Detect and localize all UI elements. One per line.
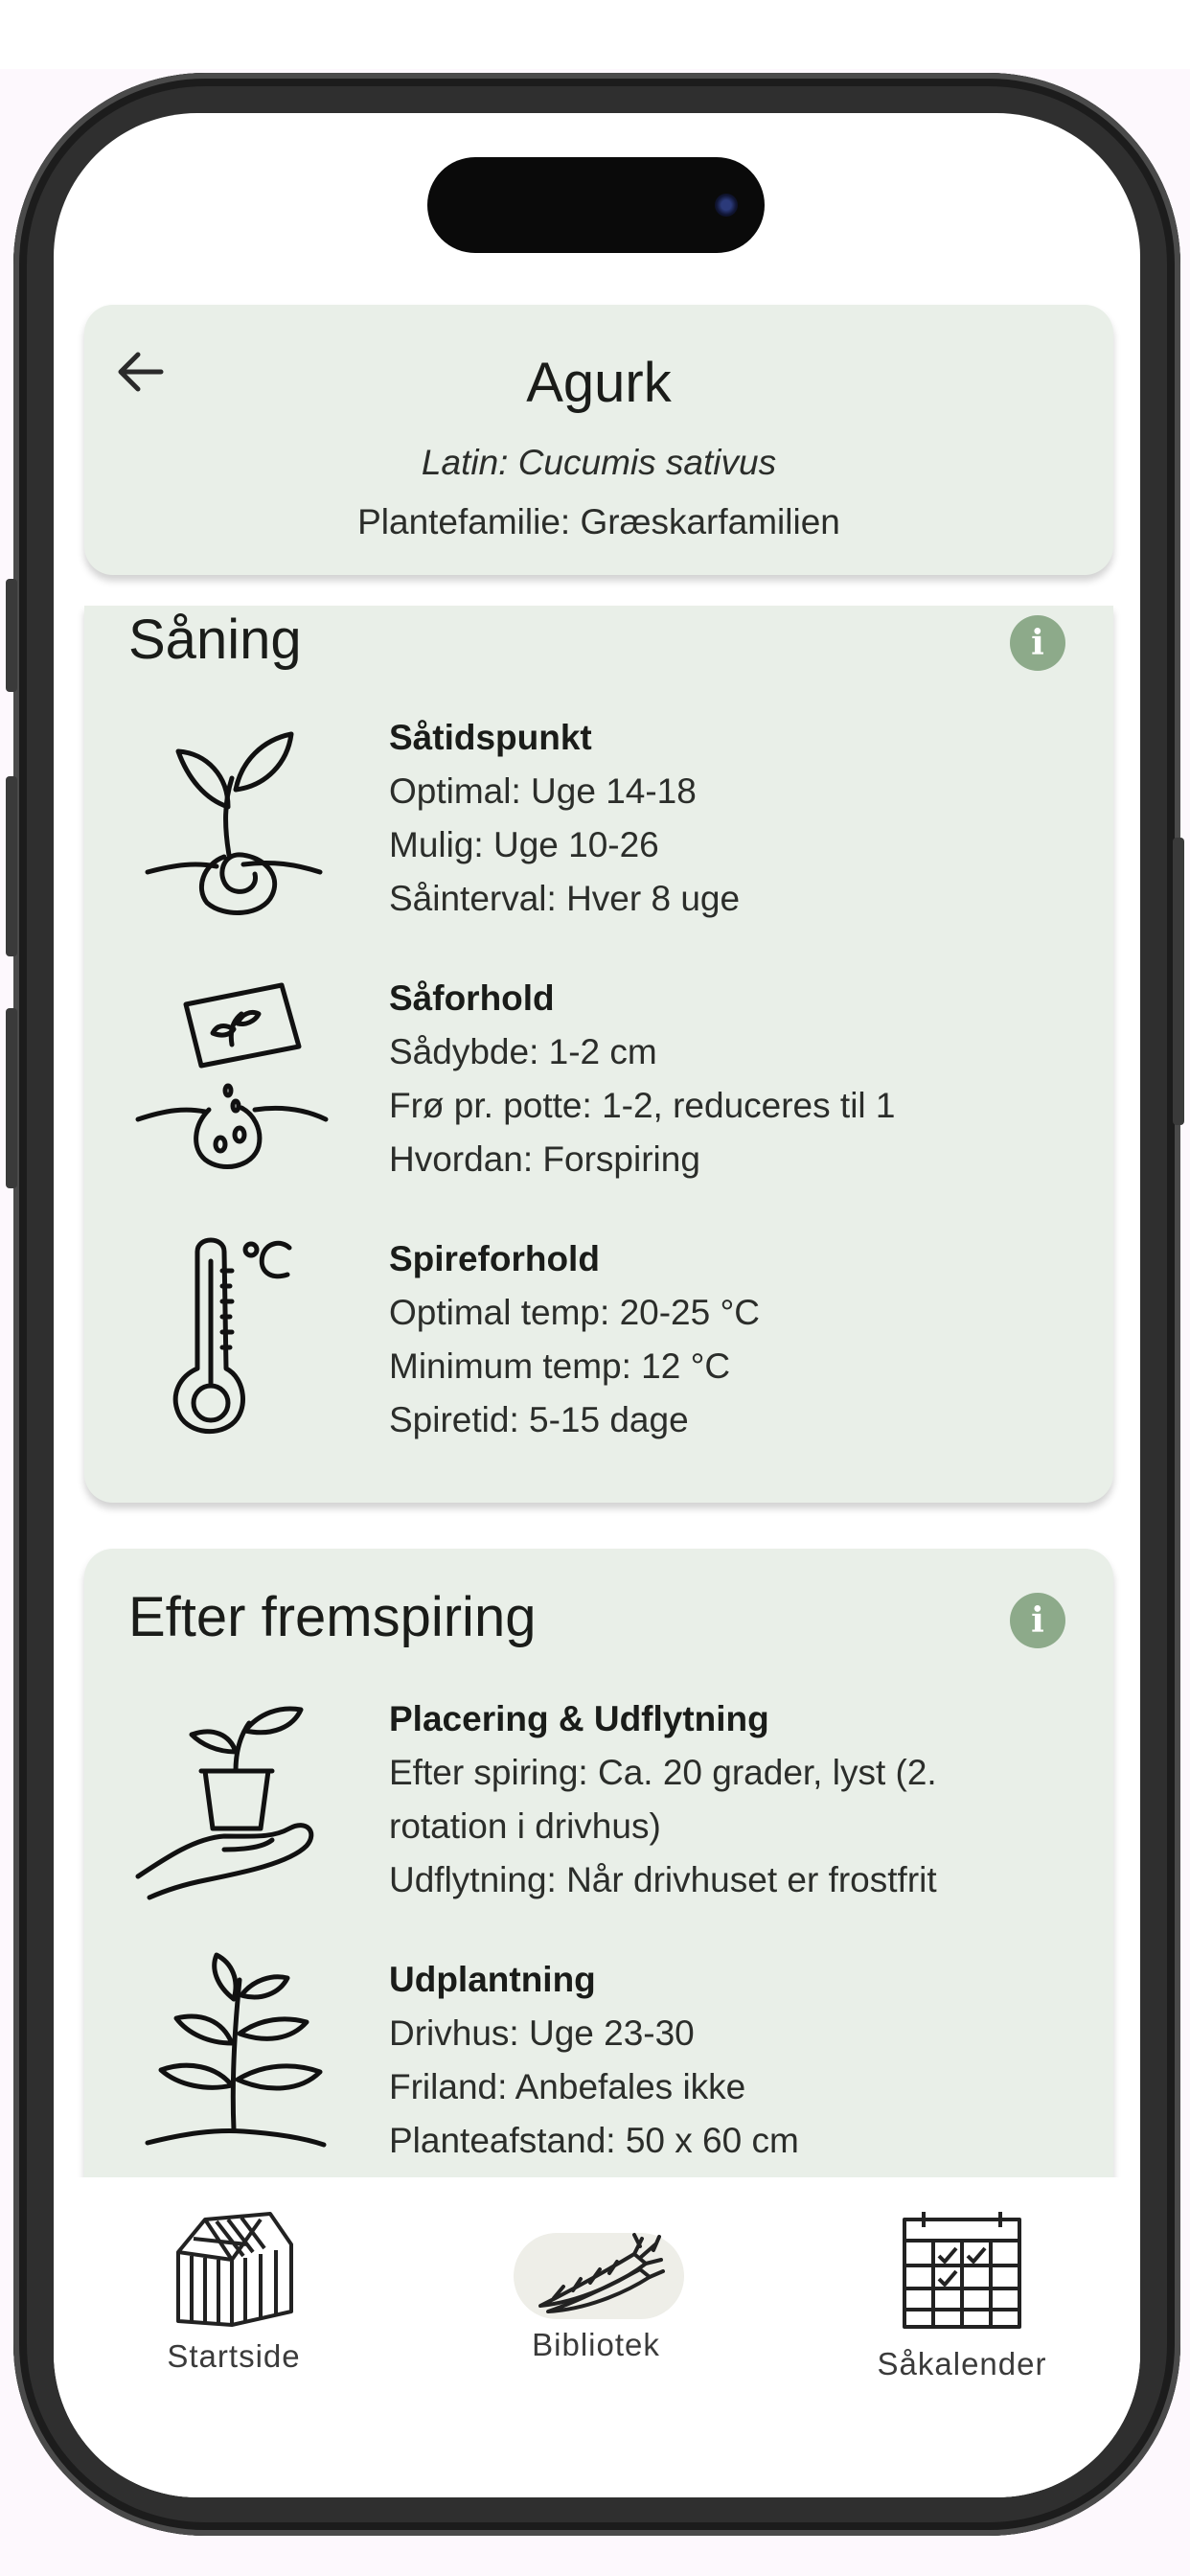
- nav-label: Bibliotek: [532, 2327, 660, 2362]
- item-line: Drivhus: Uge 23-30: [389, 2013, 695, 2053]
- item-line: Hvordan: Forspiring: [389, 1139, 700, 1179]
- page-title: Agurk: [526, 352, 672, 414]
- item-title: Såtidspunkt: [389, 718, 592, 757]
- plant-header-card: Agurk Latin: Cucumis sativus Plantefamil…: [84, 305, 1113, 575]
- potted-plant-hand-icon: [128, 1685, 339, 1905]
- section-title: Såning: [128, 609, 302, 671]
- nav-label: Startside: [167, 2338, 301, 2374]
- item-line: Optimal temp: 20-25 °C: [389, 1293, 761, 1332]
- item-title: Såforhold: [389, 978, 555, 1018]
- latin-name: Latin: Cucumis sativus: [421, 443, 777, 482]
- nav-item-startside[interactable]: Startside: [109, 2206, 358, 2398]
- item-text: Såforhold Sådybde: 1-2 cm Frø pr. potte:…: [389, 972, 1075, 1186]
- carrots-icon: [471, 2206, 721, 2331]
- thermometer-icon: [128, 1223, 339, 1443]
- item-line: Frø pr. potte: 1-2, reduceres til 1: [389, 1086, 896, 1125]
- item-text: Spireforhold Optimal temp: 20-25 °C Mini…: [389, 1232, 1075, 1447]
- item-text: Placering & Udflytning Efter spiring: Ca…: [389, 1692, 1075, 1907]
- item-line: Planteafstand: 50 x 60 cm: [389, 2121, 799, 2160]
- seedling-icon: [128, 711, 339, 932]
- item-title: Spireforhold: [389, 1239, 600, 1278]
- seed-packet-icon: [128, 966, 339, 1186]
- nav-item-bibliotek[interactable]: Bibliotek: [471, 2206, 721, 2398]
- item-line: Såinterval: Hver 8 uge: [389, 879, 741, 918]
- section-title: Efter fremspiring: [128, 1586, 537, 1648]
- volume-up-button: [6, 776, 17, 956]
- mute-switch: [6, 579, 17, 692]
- info-icon[interactable]: i: [1010, 615, 1065, 671]
- greenhouse-icon: [109, 2206, 358, 2331]
- item-text: Såtidspunkt Optimal: Uge 14-18 Mulig: Ug…: [389, 711, 1075, 926]
- item-line: Udflytning: Når drivhuset er frostfrit: [389, 1860, 937, 1899]
- item-line: Sådybde: 1-2 cm: [389, 1032, 657, 1071]
- nav-label: Såkalender: [877, 2346, 1047, 2381]
- plant-icon: [128, 1942, 339, 2162]
- calendar-icon: [837, 2206, 1087, 2331]
- section-saaning: Såning i Såtidspunkt Optimal: Uge 14-18 …: [84, 606, 1113, 1503]
- nav-item-saakalender[interactable]: Såkalender: [837, 2206, 1087, 2398]
- item-line: Efter spiring: Ca. 20 grader, lyst (2.: [389, 1753, 937, 1792]
- item-line: Friland: Anbefales ikke: [389, 2067, 746, 2106]
- power-button: [1173, 838, 1184, 1125]
- item-line: Mulig: Uge 10-26: [389, 825, 659, 864]
- item-line: Spiretid: 5-15 dage: [389, 1400, 689, 1439]
- item-title: Placering & Udflytning: [389, 1699, 769, 1738]
- volume-down-button: [6, 1008, 17, 1188]
- app-screen: Agurk Latin: Cucumis sativus Plantefamil…: [54, 113, 1140, 2497]
- info-icon[interactable]: i: [1010, 1593, 1065, 1648]
- item-text: Udplantning Drivhus: Uge 23-30 Friland: …: [389, 1953, 1075, 2168]
- bottom-navigation: Startside Bibliotek Såkalender: [54, 2177, 1140, 2497]
- plant-family: Plantefamilie: Græskarfamilien: [357, 502, 840, 541]
- item-title: Udplantning: [389, 1960, 596, 1999]
- camera-icon: [715, 194, 738, 217]
- item-line: Optimal: Uge 14-18: [389, 771, 697, 811]
- top-band: [0, 0, 1190, 69]
- dynamic-island: [427, 157, 765, 253]
- item-line: Minimum temp: 12 °C: [389, 1346, 731, 1386]
- item-line: rotation i drivhus): [389, 1806, 661, 1846]
